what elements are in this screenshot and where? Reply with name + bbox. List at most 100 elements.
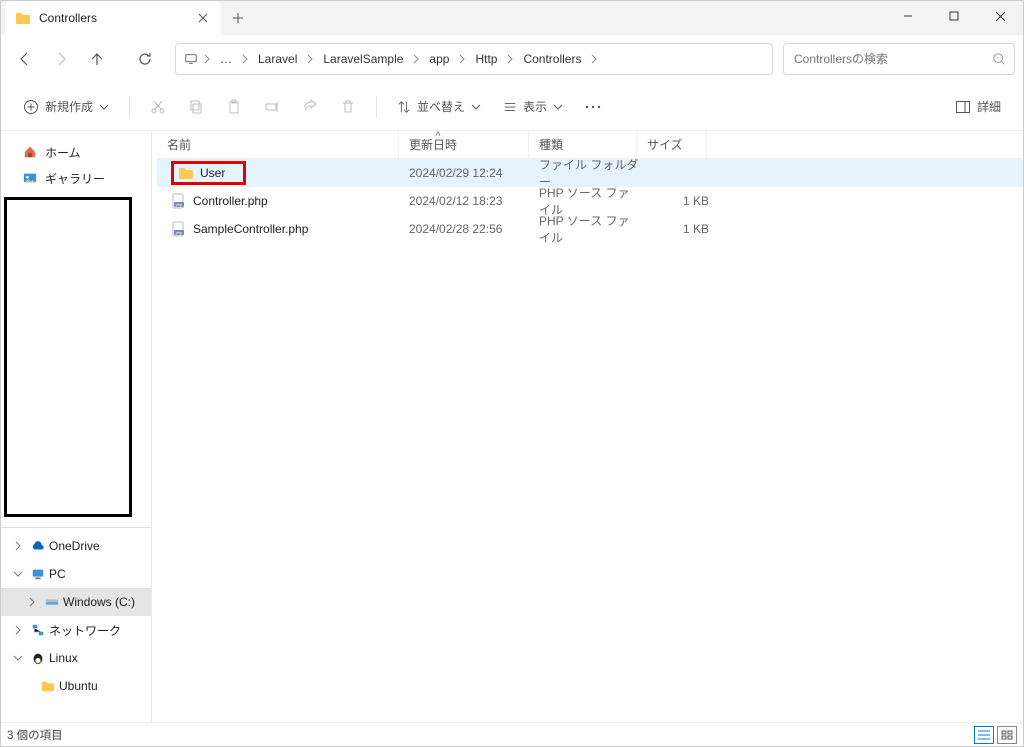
sort-indicator-icon: ˄ [435, 129, 441, 140]
chevron-down-icon [553, 102, 563, 112]
paste-button[interactable] [218, 91, 250, 123]
col-size[interactable]: サイズ [637, 131, 707, 158]
plus-circle-icon [23, 99, 39, 115]
sidebar-label: ギャラリー [45, 170, 105, 187]
new-button[interactable]: 新規作成 [15, 91, 117, 123]
trash-icon [340, 99, 356, 115]
cell-name: php Controller.php [157, 193, 405, 209]
view-button[interactable]: 表示 [495, 91, 571, 123]
close-button[interactable] [977, 1, 1023, 31]
search-input[interactable] [792, 51, 992, 67]
network-icon [31, 623, 45, 637]
sidebar-item-pc[interactable]: PC [1, 560, 151, 588]
sidebar-item-onedrive[interactable]: OneDrive [1, 532, 151, 560]
tab-close-icon[interactable] [195, 10, 211, 26]
cell-date: 2024/02/28 22:56 [405, 222, 535, 236]
cell-date: 2024/02/12 18:23 [405, 194, 535, 208]
php-file-icon: php [171, 193, 187, 209]
new-tab-button[interactable] [221, 1, 255, 35]
folder-icon [15, 10, 31, 26]
tab-controllers[interactable]: Controllers [5, 1, 221, 35]
cell-size: 1 KB [643, 222, 713, 236]
sidebar-item-gallery[interactable]: ギャラリー [17, 165, 141, 191]
status-text: 3 個の項目 [7, 727, 63, 743]
cut-button[interactable] [142, 91, 174, 123]
forward-button[interactable] [45, 43, 77, 75]
gallery-icon [23, 171, 37, 185]
cell-date: 2024/02/29 12:24 [405, 166, 535, 180]
sidebar-item-network[interactable]: ネットワーク [1, 616, 151, 644]
view-details-toggle[interactable] [974, 726, 994, 744]
cell-name: User [157, 161, 405, 185]
sidebar-item-ubuntu[interactable]: Ubuntu [1, 672, 151, 700]
delete-button[interactable] [332, 91, 364, 123]
sidebar-label: ホーム [45, 144, 81, 161]
folder-icon [41, 679, 55, 693]
address-bar: … Laravel LaravelSample app Http Control… [1, 35, 1023, 83]
more-button[interactable] [577, 91, 609, 123]
linux-icon [31, 651, 45, 665]
cut-icon [150, 99, 166, 115]
breadcrumb[interactable]: … Laravel LaravelSample app Http Control… [175, 43, 773, 75]
main: ホーム ギャラリー OneDrive PC [1, 131, 1023, 722]
redacted-region [4, 197, 132, 517]
sidebar-item-home[interactable]: ホーム [17, 139, 141, 165]
search-box[interactable] [783, 43, 1015, 75]
list-item[interactable]: phpSampleController.php2024/02/28 22:56P… [157, 215, 1023, 243]
copy-button[interactable] [180, 91, 212, 123]
file-list: 名前 ˄ 更新日時 種類 サイズ User2024/02/29 12:24ファイ… [157, 131, 1023, 722]
ellipsis-icon [585, 105, 601, 109]
home-icon [23, 145, 37, 159]
window-controls [885, 1, 1023, 31]
details-pane-icon [955, 99, 971, 115]
sidebar-item-linux[interactable]: Linux [1, 644, 151, 672]
breadcrumb-item[interactable]: Laravel [254, 50, 301, 68]
tab-title: Controllers [39, 11, 187, 25]
maximize-button[interactable] [931, 1, 977, 31]
onedrive-icon [31, 539, 45, 553]
titlebar: Controllers [1, 1, 1023, 35]
chevron-down-icon [13, 653, 23, 663]
chevron-right-icon [13, 541, 23, 551]
sidebar-item-windows-c[interactable]: Windows (C:) [1, 588, 151, 616]
chevron-right-icon [13, 625, 23, 635]
breadcrumb-item[interactable]: app [425, 50, 453, 68]
svg-text:php: php [176, 230, 183, 235]
column-headers: 名前 ˄ 更新日時 種類 サイズ [157, 131, 1023, 159]
php-file-icon: php [171, 221, 187, 237]
details-label: 詳細 [977, 98, 1001, 115]
drive-icon [45, 595, 59, 609]
list-item[interactable]: phpController.php2024/02/12 18:23PHP ソース… [157, 187, 1023, 215]
sort-button[interactable]: 並べ替え [389, 91, 489, 123]
cell-size: 1 KB [643, 194, 713, 208]
share-icon [302, 99, 318, 115]
breadcrumb-item[interactable]: Controllers [519, 50, 585, 68]
folder-icon [178, 165, 194, 181]
pc-icon [31, 567, 45, 581]
sidebar-label: ネットワーク [49, 622, 121, 639]
share-button[interactable] [294, 91, 326, 123]
col-type[interactable]: 種類 [529, 131, 637, 158]
cell-type: PHP ソース ファイル [535, 212, 643, 246]
status-bar: 3 個の項目 [1, 722, 1023, 746]
search-icon [992, 52, 1006, 66]
minimize-button[interactable] [885, 1, 931, 31]
rename-button[interactable] [256, 91, 288, 123]
col-name[interactable]: 名前 [157, 131, 399, 158]
paste-icon [226, 99, 242, 115]
details-pane-button[interactable]: 詳細 [947, 91, 1009, 123]
sidebar-label: PC [49, 567, 66, 581]
breadcrumb-item[interactable]: Http [471, 50, 501, 68]
list-item[interactable]: User2024/02/29 12:24ファイル フォルダー [157, 159, 1023, 187]
up-button[interactable] [81, 43, 113, 75]
view-icons-toggle[interactable] [997, 726, 1017, 744]
sidebar-label: Ubuntu [59, 679, 98, 693]
sidebar-label: OneDrive [49, 539, 100, 553]
refresh-button[interactable] [129, 43, 161, 75]
breadcrumb-overflow[interactable]: … [216, 50, 236, 68]
breadcrumb-item[interactable]: LaravelSample [319, 50, 407, 68]
file-name: Controller.php [193, 194, 268, 208]
back-button[interactable] [9, 43, 41, 75]
toolbar: 新規作成 並べ替え 表示 詳細 [1, 83, 1023, 131]
col-date[interactable]: 更新日時 [399, 131, 529, 158]
